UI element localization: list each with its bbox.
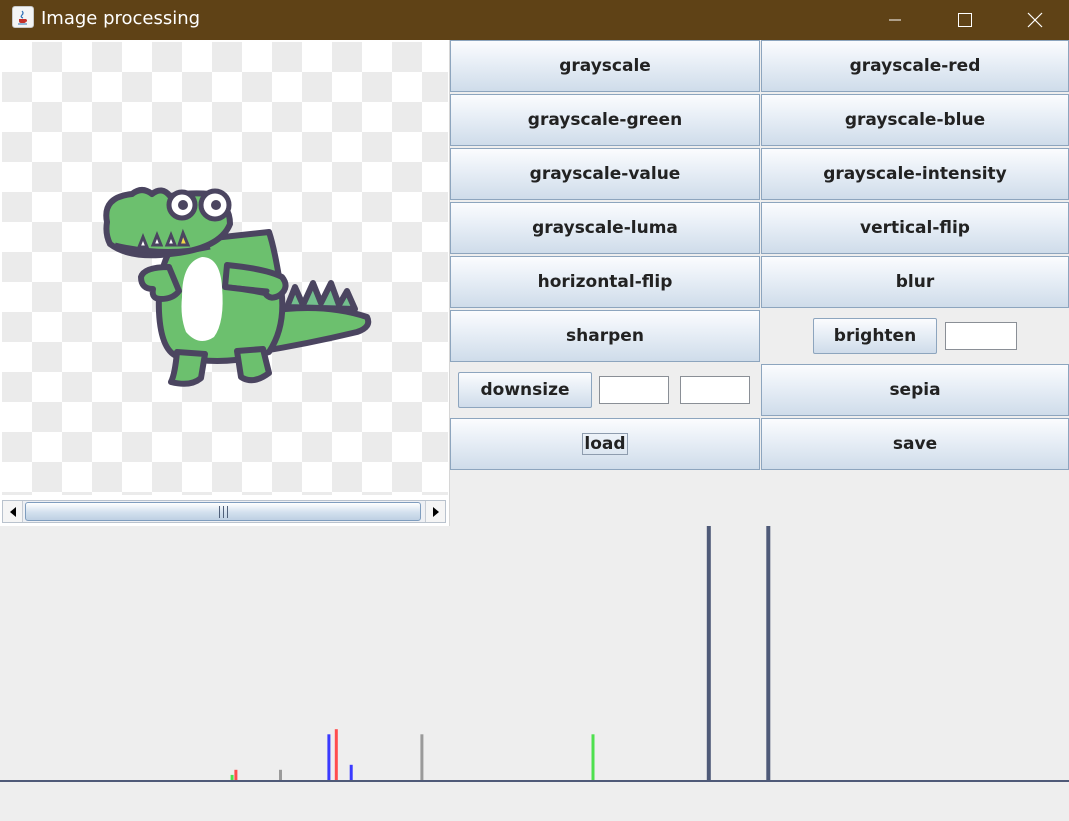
downsize-height-input[interactable]: [680, 376, 750, 404]
scroll-right-button[interactable]: [425, 501, 445, 522]
title-bar: Image processing: [0, 0, 1069, 40]
arrow-left-icon: [9, 506, 16, 517]
histogram-bar-intensity: [420, 734, 424, 780]
image-view: [2, 42, 448, 495]
image-panel: [0, 40, 450, 526]
histogram-bar-intensity: [279, 769, 282, 780]
grayscale-luma-button[interactable]: grayscale-luma: [450, 202, 760, 254]
downsize-row: downsize: [450, 364, 760, 416]
maximize-icon: [958, 13, 972, 27]
sharpen-button[interactable]: sharpen: [450, 310, 760, 362]
histogram-bar-red: [334, 729, 338, 780]
histogram-bar-green: [591, 734, 595, 780]
histogram-bar-dominant: [706, 526, 711, 780]
close-icon: [1027, 12, 1043, 28]
brighten-input[interactable]: [945, 322, 1017, 350]
load-label: load: [582, 433, 628, 455]
grayscale-intensity-button[interactable]: grayscale-intensity: [761, 148, 1069, 200]
histogram-bar-green: [230, 774, 234, 780]
java-icon: [12, 6, 34, 28]
close-button[interactable]: [1000, 0, 1069, 40]
grayscale-blue-button[interactable]: grayscale-blue: [761, 94, 1069, 146]
sepia-button[interactable]: sepia: [761, 364, 1069, 416]
grayscale-green-button[interactable]: grayscale-green: [450, 94, 760, 146]
histogram-bar-red: [234, 769, 238, 780]
crocodile-image: [103, 187, 372, 387]
histogram-chart: [0, 526, 1069, 782]
vertical-flip-button[interactable]: vertical-flip: [761, 202, 1069, 254]
minimize-icon: [889, 19, 901, 21]
save-button[interactable]: save: [761, 418, 1069, 470]
scroll-left-button[interactable]: [3, 501, 23, 522]
maximize-button[interactable]: [930, 0, 1000, 40]
histogram-bar-blue: [327, 734, 331, 780]
window-title: Image processing: [41, 8, 201, 29]
arrow-right-icon: [432, 506, 439, 517]
minimize-button[interactable]: [860, 0, 930, 40]
horizontal-scrollbar[interactable]: [2, 500, 446, 523]
grayscale-button[interactable]: grayscale: [450, 40, 760, 92]
scroll-thumb[interactable]: [25, 502, 421, 521]
brighten-button[interactable]: brighten: [813, 318, 937, 354]
grayscale-red-button[interactable]: grayscale-red: [761, 40, 1069, 92]
load-button[interactable]: load: [450, 418, 760, 470]
blur-button[interactable]: blur: [761, 256, 1069, 308]
downsize-button[interactable]: downsize: [458, 372, 592, 408]
downsize-width-input[interactable]: [599, 376, 669, 404]
histogram-bar-blue: [349, 764, 353, 780]
histogram-bar-dominant: [766, 526, 771, 780]
histogram: [0, 526, 1069, 782]
horizontal-flip-button[interactable]: horizontal-flip: [450, 256, 760, 308]
grayscale-value-button[interactable]: grayscale-value: [450, 148, 760, 200]
status-area: [0, 782, 1069, 821]
grip-icon: [218, 505, 228, 518]
brighten-row: brighten: [761, 310, 1069, 362]
